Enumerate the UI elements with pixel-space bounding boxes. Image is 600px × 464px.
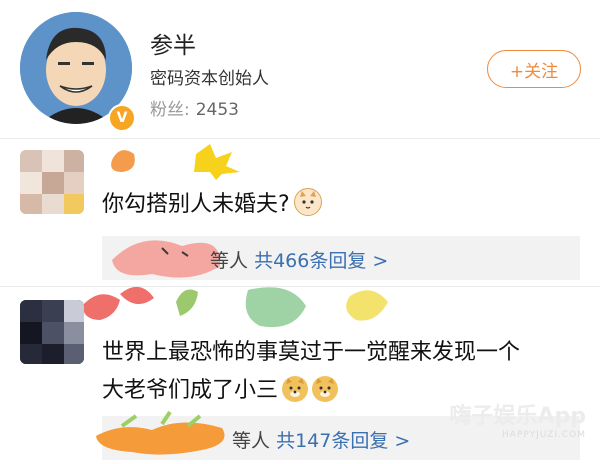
reply-summary: 等人 共147条回复 > (232, 426, 410, 453)
reply-prefix: 等人 (210, 250, 249, 272)
comment-text-content: 你勾搭别人未婚夫? (102, 192, 290, 217)
profile-name: 参半 (150, 33, 196, 59)
reply-count-link[interactable]: 共466条回复 > (254, 250, 388, 272)
fans-label: 粉丝: (150, 100, 190, 120)
comment-text: 你勾搭别人未婚夫? (102, 186, 322, 224)
cat-face-icon (293, 188, 322, 216)
watermark-logo: 嗨子娱乐App HAPPYJUZI.COM (449, 398, 586, 440)
reply-prefix: 等人 (232, 430, 271, 452)
comment-text-content: 大老爷们成了小三 (102, 378, 279, 403)
doge-icon (282, 376, 309, 402)
reply-summary-box[interactable]: 等人 共466条回复 > (102, 236, 580, 280)
follow-button[interactable]: +关注 (487, 50, 581, 88)
follow-button-label: +关注 (509, 61, 559, 82)
comment-text-line: 世界上最恐怖的事莫过于一觉醒来发现一个 (102, 340, 521, 365)
profile-bio: 密码资本创始人 (150, 69, 269, 89)
decorative-mosaic-doodle (82, 286, 388, 328)
commenter-avatar[interactable] (20, 300, 84, 364)
fans-count-row: 粉丝: 2453 (150, 95, 239, 120)
doge-icon (312, 376, 339, 402)
watermark-subtitle: HAPPYJUZI.COM (502, 430, 586, 440)
watermark-title: 嗨子娱乐App (449, 404, 586, 429)
verified-badge-icon: V (108, 104, 136, 132)
decorative-mosaic-doodle (96, 410, 225, 455)
decorative-mosaic-doodle (111, 144, 240, 180)
divider (0, 138, 600, 139)
commenter-avatar[interactable] (20, 150, 84, 214)
reply-summary: 等人 共466条回复 > (210, 246, 388, 273)
reply-count-link[interactable]: 共147条回复 > (276, 430, 410, 452)
fans-count: 2453 (195, 100, 239, 120)
